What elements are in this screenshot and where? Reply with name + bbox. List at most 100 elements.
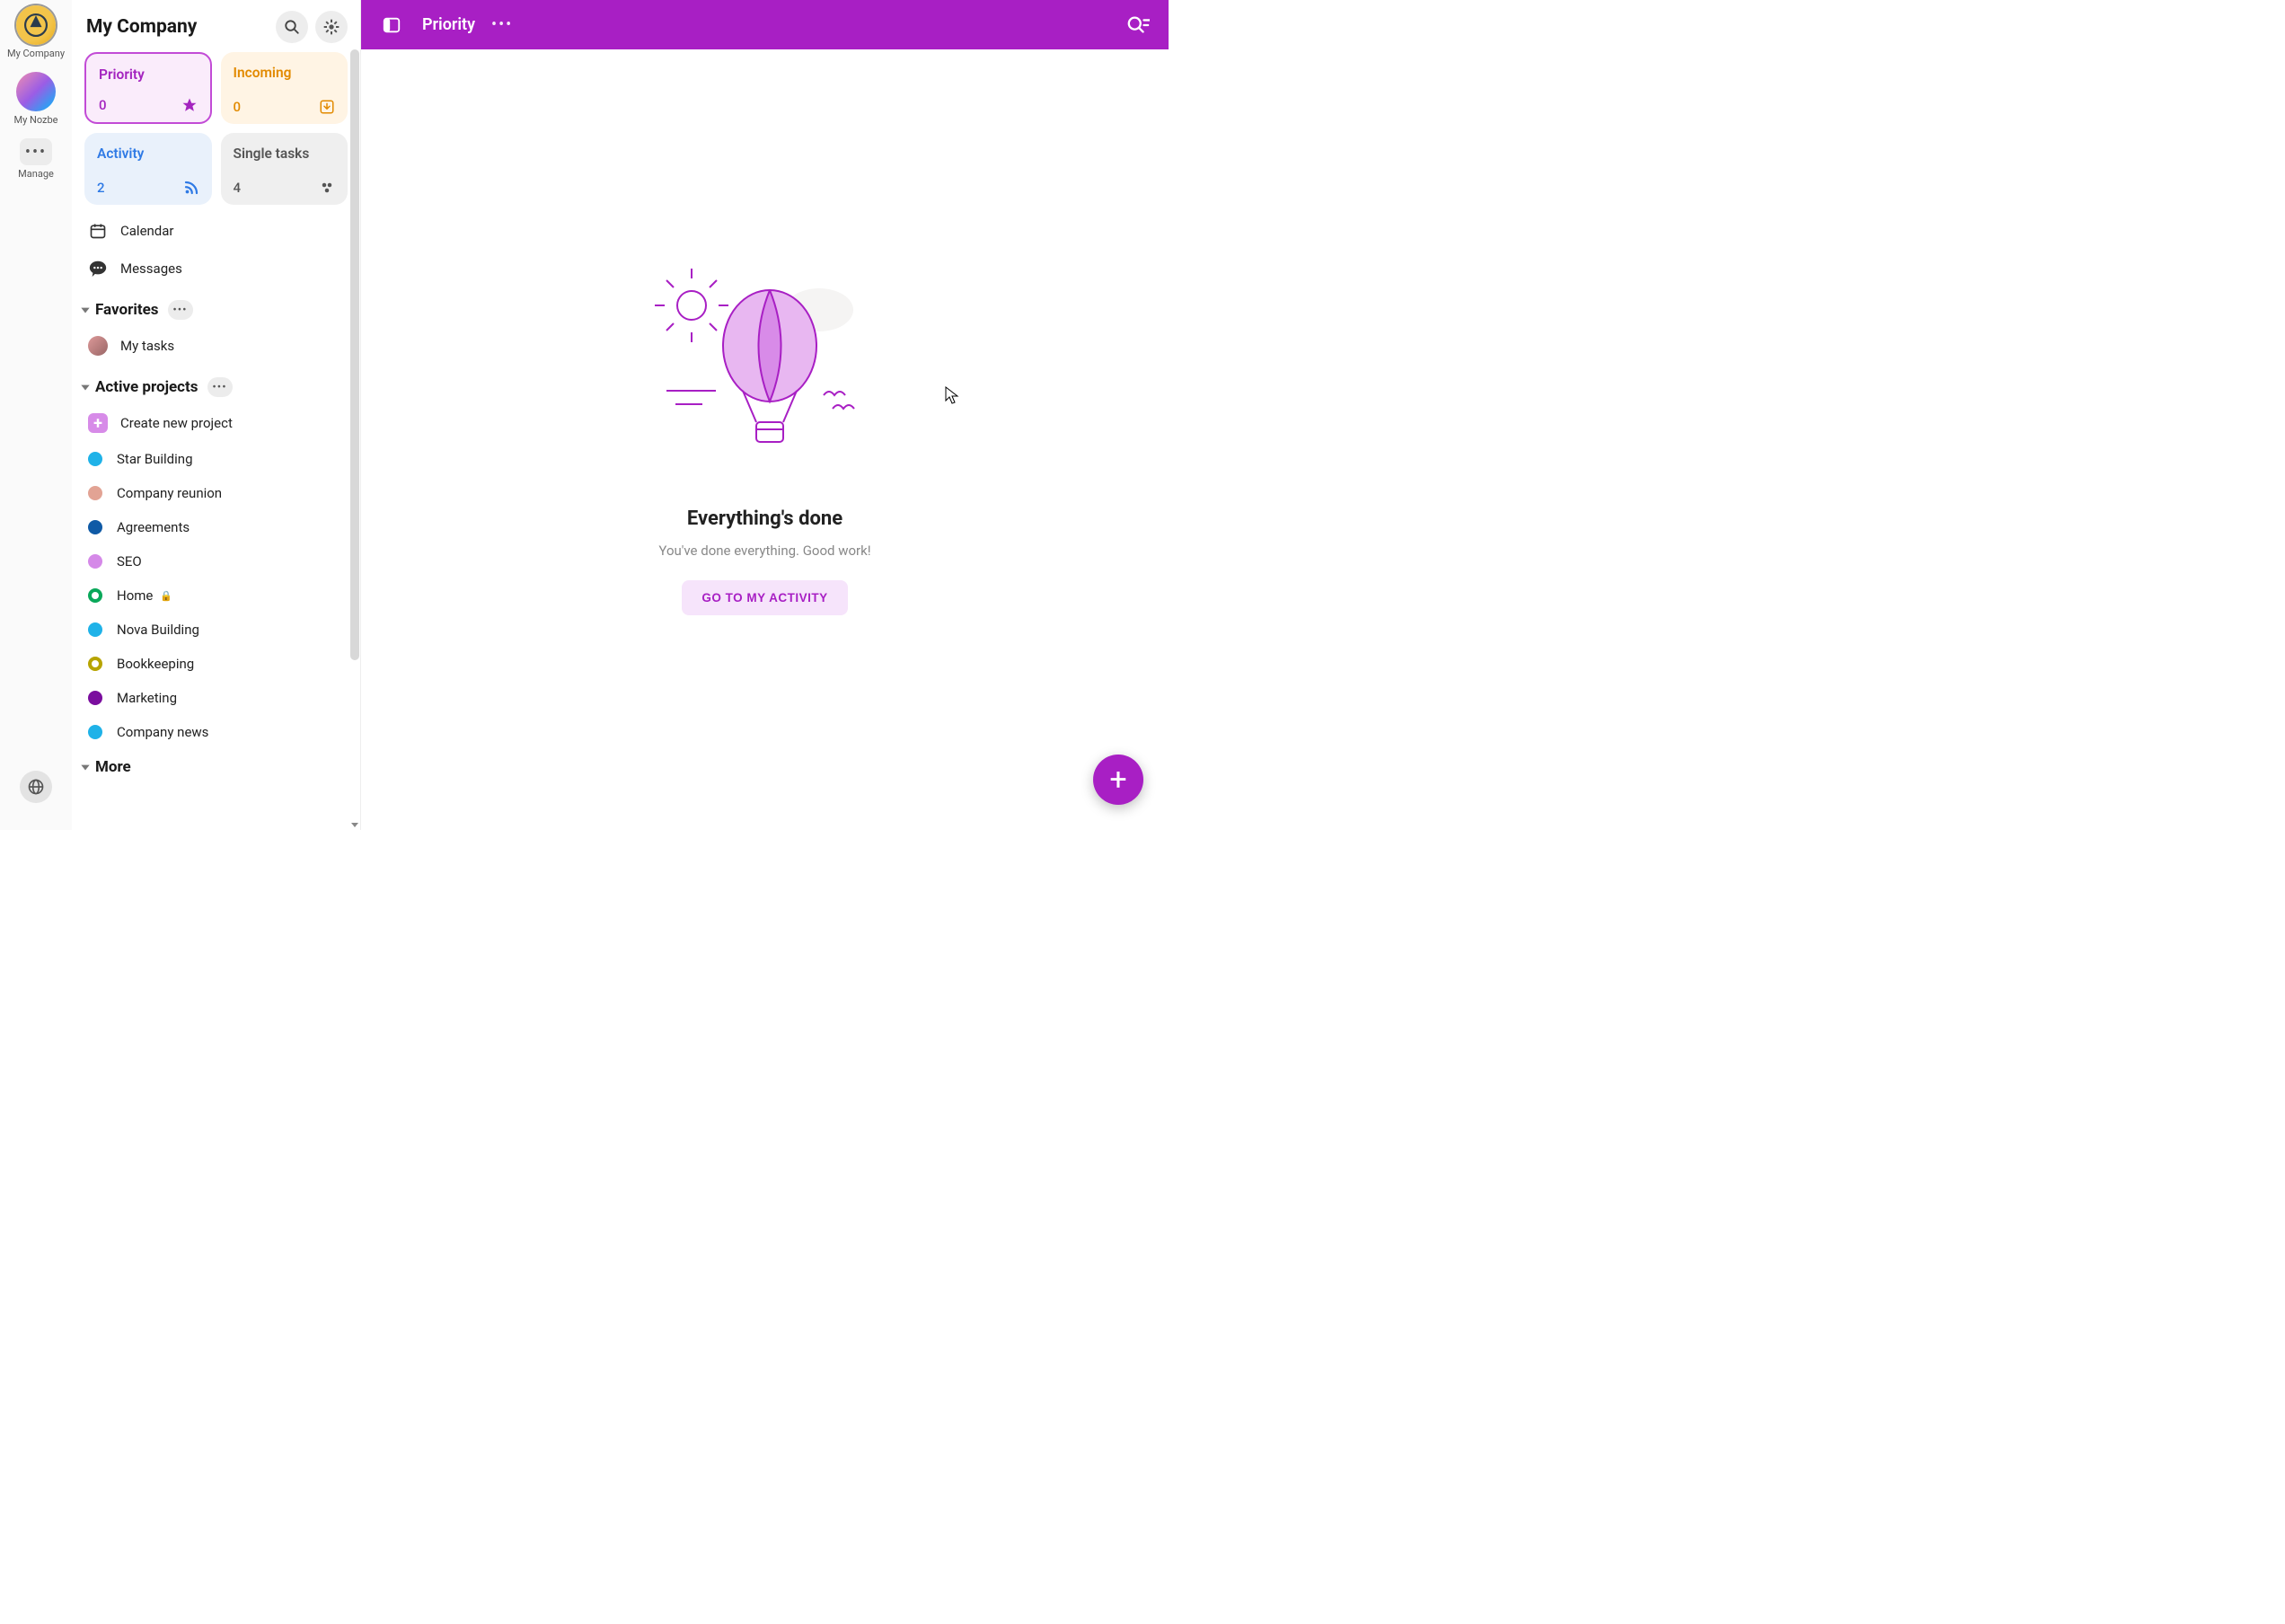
project-name: Bookkeeping: [117, 656, 194, 672]
plus-icon: +: [1109, 762, 1126, 798]
create-project-row[interactable]: + Create new project: [72, 404, 360, 442]
section-more-title: More: [95, 758, 131, 776]
project-name: Company reunion: [117, 485, 222, 501]
topbar-more-button[interactable]: •••: [491, 15, 513, 34]
workspace-company-avatar: [16, 5, 56, 45]
calendar-icon: [88, 221, 108, 241]
tile-activity-name: Activity: [97, 146, 199, 162]
scrollbar-thumb[interactable]: [350, 49, 359, 660]
search-filter-icon: [1126, 13, 1150, 37]
project-color-dot: [88, 725, 102, 739]
workspace-nozbe[interactable]: My Nozbe: [13, 72, 57, 126]
project-row[interactable]: SEO: [72, 544, 360, 578]
empty-title: Everything's done: [687, 508, 843, 530]
search-icon: [284, 19, 300, 35]
project-color-dot: [88, 657, 102, 671]
project-color-dot: [88, 622, 102, 637]
project-color-dot: [88, 691, 102, 705]
globe-button[interactable]: [20, 771, 52, 803]
company-logo-icon: [24, 13, 48, 37]
workspace-manage-label: Manage: [18, 169, 54, 180]
project-name: Star Building: [117, 451, 193, 467]
section-projects-title: Active projects: [95, 378, 199, 396]
topbar-filter-button[interactable]: [1124, 11, 1152, 40]
project-color-dot: [88, 554, 102, 569]
rss-icon: [183, 180, 199, 196]
section-projects-more[interactable]: •••: [207, 377, 233, 397]
caret-down-icon: [79, 761, 92, 773]
plus-icon: +: [88, 413, 108, 433]
project-name: SEO: [117, 553, 142, 569]
tile-activity[interactable]: Activity 2: [84, 133, 212, 205]
dots-cluster-icon: [319, 180, 335, 196]
globe-icon: [27, 778, 45, 796]
workspace-company[interactable]: My Company: [7, 5, 65, 59]
section-favorites-more[interactable]: •••: [168, 300, 193, 320]
favorite-my-tasks[interactable]: My tasks: [72, 327, 360, 365]
section-favorites-header[interactable]: Favorites •••: [72, 287, 360, 327]
settings-button[interactable]: [315, 11, 348, 43]
tile-incoming[interactable]: Incoming 0: [221, 52, 348, 124]
panel-toggle-button[interactable]: [377, 11, 406, 40]
favorite-item-label: My tasks: [120, 338, 174, 354]
project-row[interactable]: Marketing: [72, 681, 360, 715]
project-list: Star Building Company reunion Agreements SE…: [72, 442, 360, 749]
tile-priority-name: Priority: [99, 66, 198, 83]
ellipsis-icon: •••: [20, 138, 52, 165]
search-button[interactable]: [276, 11, 308, 43]
star-icon: [181, 97, 198, 113]
empty-state: Everything's done You've done everything…: [361, 49, 1169, 830]
sidebar-scrollbar[interactable]: [349, 49, 360, 830]
section-projects-header[interactable]: Active projects •••: [72, 365, 360, 404]
sidebar-item-calendar[interactable]: Calendar: [72, 212, 360, 250]
empty-subtitle: You've done everything. Good work!: [658, 543, 870, 559]
project-color-dot: [88, 452, 102, 466]
project-color-dot: [88, 520, 102, 534]
tile-priority-count: 0: [99, 97, 107, 113]
tile-incoming-count: 0: [234, 99, 242, 115]
tile-single-tasks[interactable]: Single tasks 4: [221, 133, 348, 205]
project-name: Home: [117, 587, 153, 604]
go-to-activity-button[interactable]: GO TO MY ACTIVITY: [682, 580, 847, 615]
section-more-header[interactable]: More: [72, 749, 360, 783]
project-name: Company news: [117, 724, 208, 740]
project-row[interactable]: Home 🔒: [72, 578, 360, 613]
panel-toggle-icon: [382, 15, 401, 35]
scrollbar-down-arrow-icon[interactable]: [349, 819, 360, 830]
tile-priority[interactable]: Priority 0: [84, 52, 212, 124]
gear-icon: [322, 18, 340, 36]
project-row[interactable]: Star Building: [72, 442, 360, 476]
create-project-label: Create new project: [120, 415, 233, 431]
project-row[interactable]: Company news: [72, 715, 360, 749]
project-row[interactable]: Agreements: [72, 510, 360, 544]
project-color-dot: [88, 486, 102, 500]
project-row[interactable]: Nova Building: [72, 613, 360, 647]
sidebar: My Company Priority 0 Incoming 0: [72, 0, 361, 830]
project-name: Agreements: [117, 519, 190, 535]
workspace-rail: My Company My Nozbe ••• Manage: [0, 0, 72, 830]
sidebar-title: My Company: [86, 16, 269, 38]
workspace-company-label: My Company: [7, 49, 65, 59]
empty-illustration: [648, 265, 882, 463]
caret-down-icon: [79, 381, 92, 393]
tile-grid: Priority 0 Incoming 0 Activity 2: [72, 52, 360, 212]
section-favorites-title: Favorites: [95, 301, 159, 319]
topbar-title: Priority: [422, 15, 475, 34]
project-name: Nova Building: [117, 622, 199, 638]
project-color-dot: [88, 588, 102, 603]
workspace-manage[interactable]: ••• Manage: [18, 138, 54, 180]
add-task-fab[interactable]: +: [1093, 755, 1143, 805]
messages-icon: [88, 259, 108, 278]
tile-single-count: 4: [234, 180, 242, 196]
project-row[interactable]: Company reunion: [72, 476, 360, 510]
avatar: [88, 336, 108, 356]
project-row[interactable]: Bookkeeping: [72, 647, 360, 681]
sidebar-item-messages[interactable]: Messages: [72, 250, 360, 287]
lock-icon: 🔒: [160, 590, 172, 602]
sidebar-item-label: Calendar: [120, 223, 174, 239]
tile-single-name: Single tasks: [234, 146, 336, 162]
sidebar-item-label: Messages: [120, 260, 182, 277]
topbar: Priority •••: [361, 0, 1169, 49]
workspace-nozbe-label: My Nozbe: [13, 115, 57, 126]
inbox-download-icon: [319, 99, 335, 115]
